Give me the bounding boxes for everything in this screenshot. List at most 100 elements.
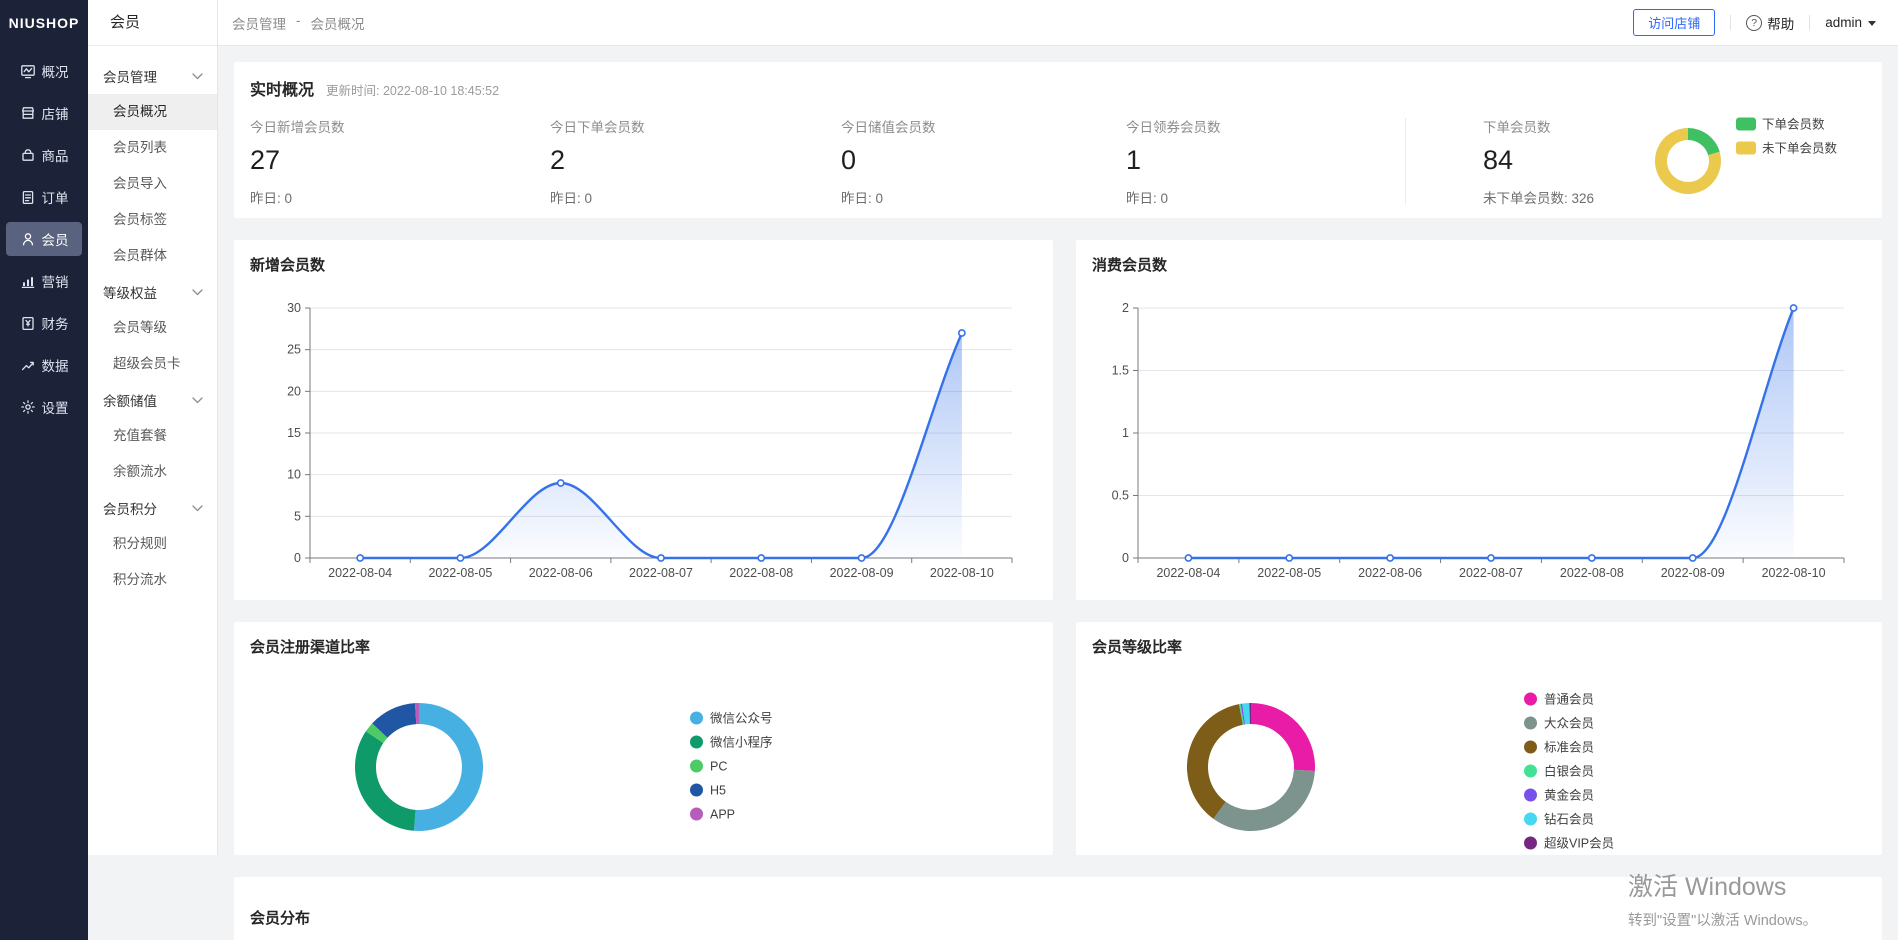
svg-text:2022-08-07: 2022-08-07 — [629, 566, 693, 580]
data-point — [357, 555, 363, 561]
menu-item-积分规则[interactable]: 积分规则 — [88, 526, 217, 562]
overview-icon — [20, 63, 36, 79]
order-icon — [20, 189, 36, 205]
legend-marker[interactable] — [1524, 741, 1537, 754]
pie-slice-微信公众号[interactable] — [414, 703, 483, 831]
visit-shop-button[interactable]: 访问店铺 — [1633, 9, 1715, 36]
menu-item-积分流水[interactable]: 积分流水 — [88, 562, 217, 598]
menu-item-会员列表[interactable]: 会员列表 — [88, 130, 217, 166]
pie-slice-微信小程序[interactable] — [355, 731, 416, 831]
legend-label[interactable]: 标准会员 — [1544, 741, 1594, 755]
nav-item-财务[interactable]: 财务 — [6, 306, 82, 340]
secondary-sidebar: 会员 会员管理会员概况会员列表会员导入会员标签会员群体等级权益会员等级超级会员卡… — [88, 0, 218, 855]
help-label: 帮助 — [1767, 13, 1794, 33]
question-circle-icon: ? — [1746, 15, 1762, 31]
secondary-sidebar-title: 会员 — [88, 0, 217, 46]
menu-item-会员等级[interactable]: 会员等级 — [88, 310, 217, 346]
data-point — [658, 555, 664, 561]
svg-text:2022-08-10: 2022-08-10 — [930, 566, 994, 580]
member-level-pie-chart[interactable]: 普通会员大众会员标准会员白银会员黄金会员钻石会员超级VIP会员 — [1076, 662, 1882, 855]
legend-marker[interactable] — [690, 736, 703, 749]
member-level-chart-title: 会员等级比率 — [1092, 636, 1182, 657]
data-point — [1185, 555, 1191, 561]
legend-label[interactable]: H5 — [710, 784, 726, 798]
nav-item-label: 财务 — [42, 313, 69, 333]
marketing-icon — [20, 273, 36, 289]
new-members-line-chart[interactable]: 0510152025302022-08-042022-08-052022-08-… — [234, 286, 1053, 586]
nav-item-商品[interactable]: 商品 — [6, 138, 82, 172]
legend-label[interactable]: 黄金会员 — [1544, 788, 1594, 803]
svg-text:2022-08-10: 2022-08-10 — [1762, 566, 1826, 580]
legend-label[interactable]: PC — [710, 760, 727, 774]
legend-label[interactable]: APP — [710, 808, 735, 822]
chevron-down-icon — [192, 289, 203, 296]
data-point — [1286, 555, 1292, 561]
menu-item-超级会员卡[interactable]: 超级会员卡 — [88, 346, 217, 382]
legend-label[interactable]: 微信小程序 — [710, 735, 773, 750]
legend-marker[interactable] — [1524, 813, 1537, 826]
nav-item-会员[interactable]: 会员 — [6, 222, 82, 256]
legend-marker[interactable] — [1524, 837, 1537, 850]
legend-label[interactable]: 大众会员 — [1544, 717, 1594, 731]
legend-marker[interactable] — [1524, 693, 1537, 706]
svg-text:2022-08-05: 2022-08-05 — [428, 566, 492, 580]
nav-item-订单[interactable]: 订单 — [6, 180, 82, 214]
menu-group-会员管理[interactable]: 会员管理 — [88, 58, 217, 94]
chevron-down-icon — [192, 505, 203, 512]
member-level-panel: 会员等级比率 普通会员大众会员标准会员白银会员黄金会员钻石会员超级VIP会员 — [1076, 622, 1882, 855]
user-name: admin — [1825, 15, 1862, 30]
help-link[interactable]: ? 帮助 — [1746, 13, 1794, 33]
legend-marker[interactable] — [690, 712, 703, 725]
nav-item-营销[interactable]: 营销 — [6, 264, 82, 298]
pie-slice-大众会员[interactable] — [1213, 770, 1314, 831]
menu-item-余额流水[interactable]: 余额流水 — [88, 454, 217, 490]
legend-marker[interactable] — [690, 760, 703, 773]
legend-label[interactable]: 超级VIP会员 — [1544, 836, 1614, 851]
nav-item-概况[interactable]: 概况 — [6, 54, 82, 88]
svg-text:5: 5 — [294, 509, 301, 523]
pie-slice-标准会员[interactable] — [1187, 704, 1243, 819]
legend-label[interactable]: 普通会员 — [1544, 693, 1594, 707]
data-icon — [20, 357, 36, 373]
order-donut-chart[interactable]: 下单会员数未下单会员数 — [1620, 110, 1898, 214]
menu-item-会员导入[interactable]: 会员导入 — [88, 166, 217, 202]
menu-item-会员群体[interactable]: 会员群体 — [88, 238, 217, 274]
legend-label[interactable]: 钻石会员 — [1544, 812, 1594, 827]
legend-marker[interactable] — [690, 784, 703, 797]
consume-members-line-chart[interactable]: 00.511.522022-08-042022-08-052022-08-062… — [1076, 286, 1882, 586]
nav-item-设置[interactable]: 设置 — [6, 390, 82, 424]
legend-marker[interactable] — [1524, 717, 1537, 730]
breadcrumb-parent[interactable]: 会员管理 — [232, 13, 286, 33]
legend-label[interactable]: 白银会员 — [1544, 764, 1594, 779]
legend-marker[interactable] — [1524, 789, 1537, 802]
pie-slice-普通会员[interactable] — [1251, 703, 1315, 771]
menu-item-充值套餐[interactable]: 充值套餐 — [88, 418, 217, 454]
legend-label[interactable]: 微信公众号 — [710, 712, 773, 726]
stat-value: 2 — [550, 145, 820, 176]
menu-item-会员标签[interactable]: 会员标签 — [88, 202, 217, 238]
legend-marker[interactable] — [1524, 765, 1537, 778]
svg-text:2022-08-08: 2022-08-08 — [1560, 566, 1624, 580]
menu-group-会员积分[interactable]: 会员积分 — [88, 490, 217, 526]
menu-group-等级权益[interactable]: 等级权益 — [88, 274, 217, 310]
svg-text:2022-08-08: 2022-08-08 — [729, 566, 793, 580]
svg-text:2022-08-07: 2022-08-07 — [1459, 566, 1523, 580]
nav-item-店铺[interactable]: 店铺 — [6, 96, 82, 130]
user-menu[interactable]: admin — [1825, 15, 1876, 30]
legend-marker[interactable] — [1736, 142, 1756, 155]
register-channel-pie-chart[interactable]: 微信公众号微信小程序 PC H5 APP — [234, 662, 1053, 855]
legend-label[interactable]: 下单会员数 — [1762, 117, 1825, 132]
menu-group-余额储值[interactable]: 余额储值 — [88, 382, 217, 418]
nav-item-数据[interactable]: 数据 — [6, 348, 82, 382]
svg-text:15: 15 — [287, 426, 301, 440]
stat-value: 27 — [250, 145, 520, 176]
legend-label[interactable]: 未下单会员数 — [1762, 141, 1838, 156]
legend-marker[interactable] — [1736, 118, 1756, 131]
pie-slice-下单会员数[interactable] — [1688, 128, 1720, 155]
svg-text:2022-08-09: 2022-08-09 — [830, 566, 894, 580]
app-logo: NIUSHOP — [0, 0, 88, 46]
legend-marker[interactable] — [690, 808, 703, 821]
svg-text:10: 10 — [287, 468, 301, 482]
menu-item-会员概况[interactable]: 会员概况 — [88, 94, 217, 130]
data-point — [1690, 555, 1696, 561]
